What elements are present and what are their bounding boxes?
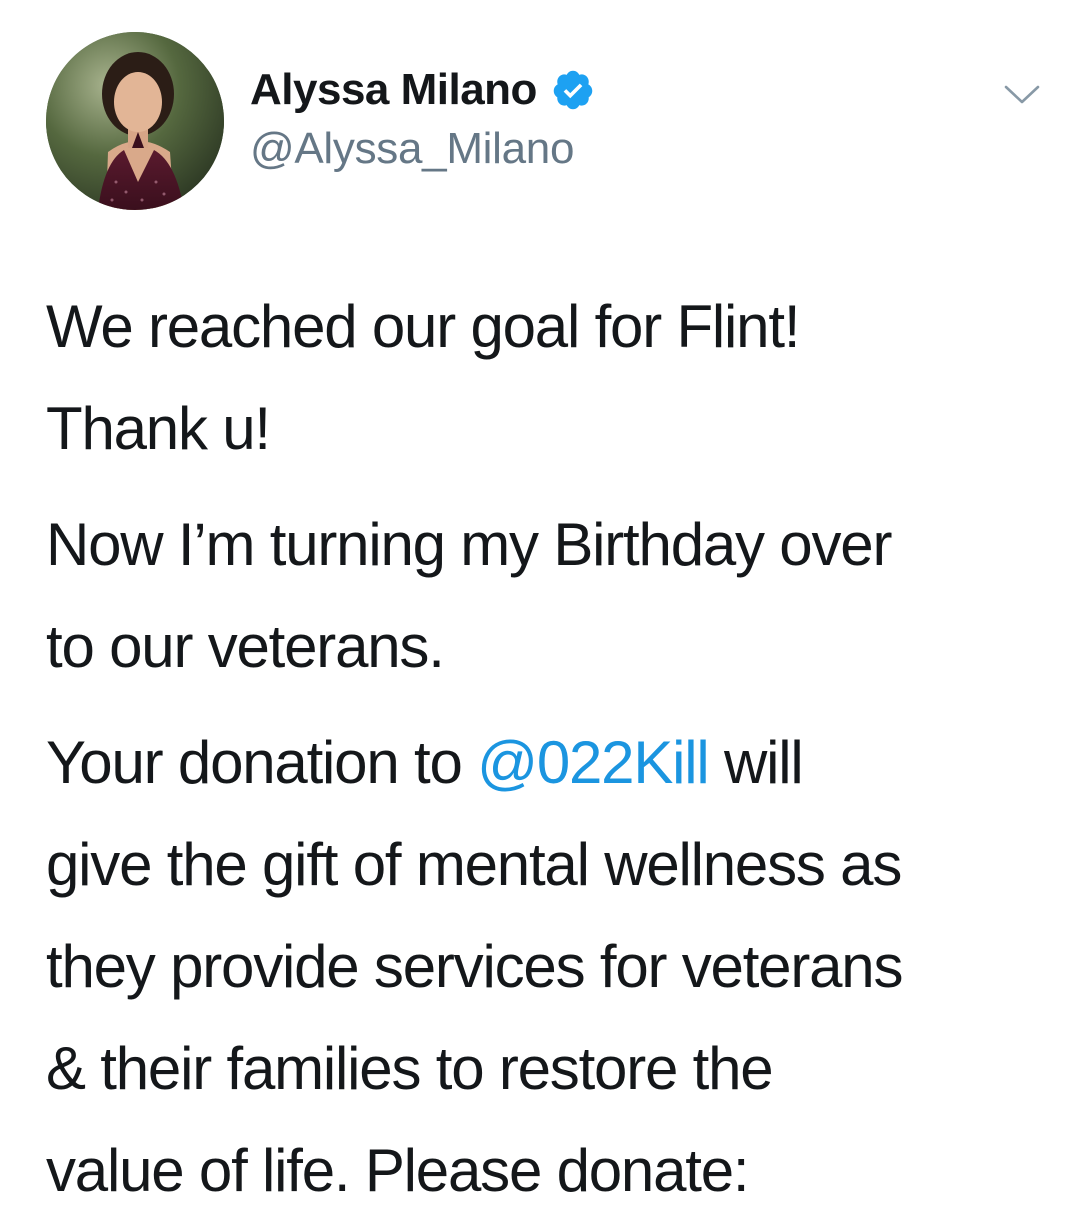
tweet-line: they provide services for veterans <box>46 933 903 1000</box>
tweet-card: Alyssa Milano @Alyssa_Milano We reached … <box>0 0 1080 1220</box>
tweet-line: Now I’m turning my Birthday over <box>46 511 892 578</box>
display-name[interactable]: Alyssa Milano <box>250 65 537 115</box>
tweet-text-segment: will <box>708 729 804 796</box>
chevron-down-icon[interactable] <box>1002 74 1042 114</box>
tweet-line: give the gift of mental wellness as <box>46 831 902 898</box>
avatar[interactable] <box>46 32 224 210</box>
tweet-text-segment: Your donation to <box>46 729 478 796</box>
tweet-paragraph: Now I’m turning my Birthday over to our … <box>46 494 1046 698</box>
tweet-line: value of life. Please donate: <box>46 1137 750 1204</box>
tweet-line: We reached our goal for Flint! <box>46 293 800 360</box>
mention-link[interactable]: @022Kill <box>477 729 710 796</box>
tweet-line: to our veterans. <box>46 613 445 680</box>
author-handle[interactable]: @Alyssa_Milano <box>250 124 574 174</box>
author-name-row[interactable]: Alyssa Milano <box>250 62 595 118</box>
verified-badge-icon <box>551 68 595 112</box>
avatar-photo <box>46 32 224 210</box>
tweet-line: & their families to restore the <box>46 1035 774 1102</box>
tweet-text: We reached our goal for Flint! Thank u! … <box>46 276 1046 1222</box>
tweet-line: Thank u! <box>46 395 271 462</box>
tweet-paragraph: We reached our goal for Flint! Thank u! <box>46 276 1046 480</box>
tweet-paragraph: Your donation to @022Kill will give the … <box>46 712 1046 1222</box>
